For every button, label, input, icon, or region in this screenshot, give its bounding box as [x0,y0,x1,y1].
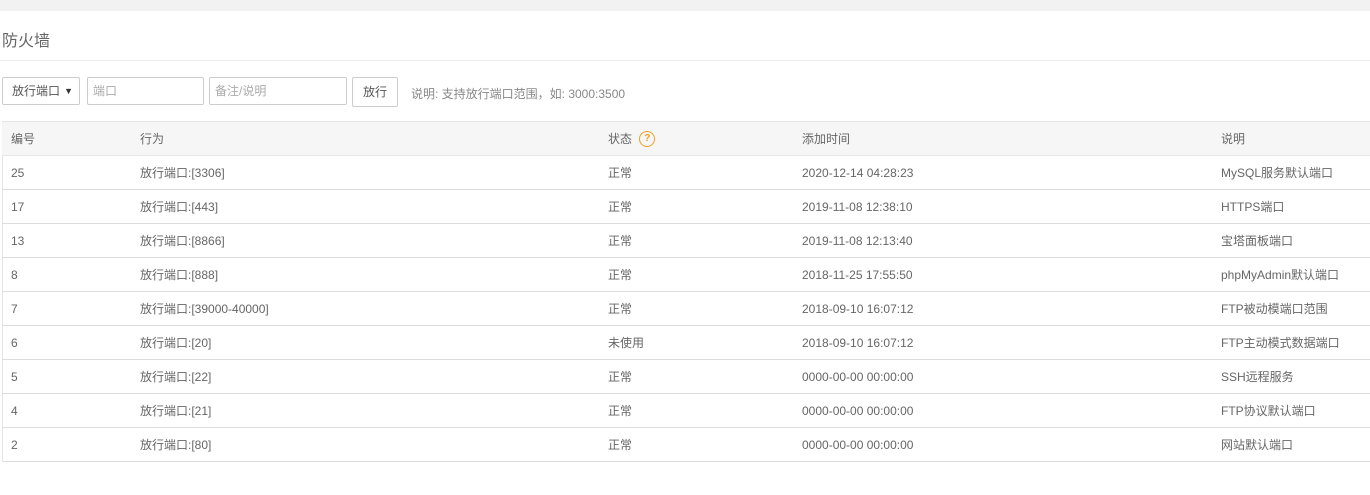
cell-id: 8 [2,257,131,292]
cell-status: 正常 [599,427,793,462]
cell-note: MySQL服务默认端口 [1212,155,1370,190]
cell-action: 放行端口:[80] [131,427,599,462]
action-select[interactable]: 放行端口 ▼ [2,77,80,105]
cell-id: 2 [2,427,131,462]
question-circle-icon[interactable]: ? [639,131,656,148]
table-row: 17 放行端口:[443] 正常 2019-11-08 12:38:10 HTTPS端口 [2,189,1370,224]
table-header-row: 编号 行为 状态 ? 添加时间 说明 [2,121,1370,156]
table-row: 2 放行端口:[80] 正常 0000-00-00 00:00:00 网站默认端口 [2,427,1370,462]
cell-action: 放行端口:[8866] [131,223,599,258]
table-row: 5 放行端口:[22] 正常 0000-00-00 00:00:00 SSH远程服务 [2,359,1370,394]
cell-action: 放行端口:[22] [131,359,599,394]
title-row: 防火墙 [0,11,1370,61]
allow-button[interactable]: 放行 [352,77,398,107]
cell-note: HTTPS端口 [1212,189,1370,224]
port-input[interactable] [87,77,204,105]
table-row: 7 放行端口:[39000-40000] 正常 2018-09-10 16:07:12… [2,291,1370,326]
cell-time: 2020-12-14 04:28:23 [793,155,1212,190]
cell-time: 2018-11-25 17:55:50 [793,257,1212,292]
cell-time: 0000-00-00 00:00:00 [793,359,1212,394]
cell-time: 2018-09-10 16:07:12 [793,325,1212,360]
cell-time: 2019-11-08 12:13:40 [793,223,1212,258]
table-row: 8 放行端口:[888] 正常 2018-11-25 17:55:50 phpMyAdm… [2,257,1370,292]
cell-action: 放行端口:[21] [131,393,599,428]
table-row: 25 放行端口:[3306] 正常 2020-12-14 04:28:23 MySQL服… [2,155,1370,190]
cell-note: SSH远程服务 [1212,359,1370,394]
dropdown-caret-icon: ▼ [64,86,73,96]
cell-time: 2019-11-08 12:38:10 [793,189,1212,224]
cell-time: 2018-09-10 16:07:12 [793,291,1212,326]
cell-status: 正常 [599,155,793,190]
cell-action: 放行端口:[3306] [131,155,599,190]
header-status-label: 状态 [608,131,633,146]
cell-status: 正常 [599,189,793,224]
cell-id: 7 [2,291,131,326]
cell-action: 放行端口:[20] [131,325,599,360]
cell-action: 放行端口:[888] [131,257,599,292]
header-status[interactable]: 状态 ? [599,121,793,156]
cell-status: 未使用 [599,325,793,360]
cell-status: 正常 [599,257,793,292]
hint-text: 说明: 支持放行端口范围，如: 3000:3500 [411,87,626,101]
cell-id: 17 [2,189,131,224]
cell-id: 4 [2,393,131,428]
cell-action: 放行端口:[39000-40000] [131,291,599,326]
header-note[interactable]: 说明 [1212,121,1370,156]
top-bar [0,0,1370,11]
firewall-rules-table: 编号 行为 状态 ? 添加时间 说明 25 放行端口:[3306] 正常 2020-1… [2,121,1370,462]
cell-status: 正常 [599,223,793,258]
cell-note: 宝塔面板端口 [1212,223,1370,258]
note-input[interactable] [209,77,347,105]
cell-id: 25 [2,155,131,190]
cell-note: phpMyAdmin默认端口 [1212,257,1370,292]
table-row: 4 放行端口:[21] 正常 0000-00-00 00:00:00 FTP协议默认端口 [2,393,1370,428]
cell-time: 0000-00-00 00:00:00 [793,427,1212,462]
cell-id: 5 [2,359,131,394]
header-id[interactable]: 编号 [2,121,131,156]
cell-id: 6 [2,325,131,360]
page-title: 防火墙 [2,33,51,50]
action-select-value: 放行端口 [12,84,61,98]
cell-status: 正常 [599,393,793,428]
cell-status: 正常 [599,359,793,394]
cell-note: 网站默认端口 [1212,427,1370,462]
firewall-toolbar: 放行端口 ▼ 放行 说明: 支持放行端口范围，如: 3000:3500 [0,61,1370,122]
cell-action: 放行端口:[443] [131,189,599,224]
cell-time: 0000-00-00 00:00:00 [793,393,1212,428]
cell-status: 正常 [599,291,793,326]
cell-id: 13 [2,223,131,258]
table-row: 13 放行端口:[8866] 正常 2019-11-08 12:13:40 宝塔面板端口 [2,223,1370,258]
header-action[interactable]: 行为 [131,121,599,156]
header-time[interactable]: 添加时间 [793,121,1212,156]
cell-note: FTP被动模端口范围 [1212,291,1370,326]
cell-note: FTP主动模式数据端口 [1212,325,1370,360]
table-row: 6 放行端口:[20] 未使用 2018-09-10 16:07:12 FTP主动模式数… [2,325,1370,360]
cell-note: FTP协议默认端口 [1212,393,1370,428]
